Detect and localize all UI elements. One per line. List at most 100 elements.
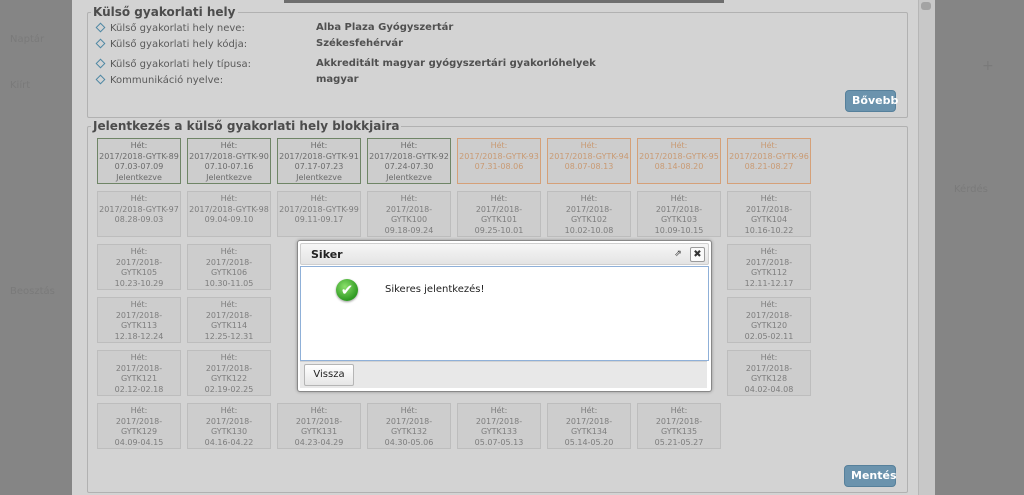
block-item[interactable]: Hét: 2017/2018-GYTK-92 07.24-07.30 Jelentke… <box>367 138 451 184</box>
block-item[interactable]: Hét: 2017/2018- GYTK104 10.16-10.22 <box>727 191 811 237</box>
dialog-title: Siker <box>311 248 343 261</box>
block-dates: 12.25-12.31 <box>204 331 254 341</box>
block-item[interactable]: Hét: 2017/2018-GYTK-95 08.14-08.20 <box>637 138 721 184</box>
dialog-titlebar[interactable]: Siker ⇗ ✖ <box>300 243 709 265</box>
block-dates: 09.25-10.01 <box>474 225 524 235</box>
block-item[interactable]: Hét: 2017/2018-GYTK-97 08.28-09.03 <box>97 191 181 237</box>
block-code: 2017/2018-GYTK-97 <box>99 204 179 214</box>
block-item[interactable]: Hét: 2017/2018- GYTK121 02.12-02.18 <box>97 350 181 396</box>
close-icon[interactable]: ✖ <box>690 247 705 262</box>
block-code: 2017/2018- <box>745 204 793 214</box>
block-dates: 08.07-08.13 <box>564 162 614 171</box>
block-item[interactable]: Hét: 2017/2018- GYTK130 04.16-04.22 <box>187 403 271 449</box>
block-item[interactable]: Hét: 2017/2018-GYTK-94 08.07-08.13 <box>547 138 631 184</box>
block-item[interactable]: Hét: 2017/2018-GYTK-91 07.17-07.23 Jelentke… <box>277 138 361 184</box>
block-week: Hét: <box>310 194 328 203</box>
block-dates: 08.14-08.20 <box>654 162 704 171</box>
block-dates: 10.30-11.05 <box>204 278 254 288</box>
block-dates: 07.31-08.06 <box>474 162 524 171</box>
block-dates: 04.16-04.22 <box>204 437 254 447</box>
block-dates: 07.03-07.09 <box>114 162 164 171</box>
save-button[interactable]: Mentés <box>844 465 897 487</box>
block-item[interactable]: Hét: 2017/2018- GYTK103 10.09-10.15 <box>637 191 721 237</box>
block-dates: 09.04-09.10 <box>204 215 254 224</box>
block-code: 2017/2018- <box>475 416 523 426</box>
block-item[interactable]: Hét: 2017/2018- GYTK112 12.11-12.17 <box>727 244 811 290</box>
block-item[interactable]: Hét: 2017/2018- GYTK133 05.07-05.13 <box>457 403 541 449</box>
block-dates: 04.30-05.06 <box>384 437 434 447</box>
block-week: Hét: <box>670 141 688 150</box>
block-item[interactable]: Hét: 2017/2018- GYTK132 04.30-05.06 <box>367 403 451 449</box>
block-code: 2017/2018-GYTK-98 <box>189 204 269 214</box>
block-item[interactable]: Hét: 2017/2018-GYTK-99 09.11-09.17 <box>277 191 361 237</box>
block-dates: 05.07-05.13 <box>474 437 524 447</box>
block-item[interactable]: Hét: 2017/2018- GYTK101 09.25-10.01 <box>457 191 541 237</box>
block-code: 2017/2018- <box>205 363 253 373</box>
block-item[interactable]: Hét: 2017/2018- GYTK105 10.23-10.29 <box>97 244 181 290</box>
block-code: 2017/2018-GYTK-95 <box>639 151 719 161</box>
diamond-bullet-icon <box>95 58 106 69</box>
block-dates: 09.11-09.17 <box>294 215 344 224</box>
block-code: 2017/2018- <box>655 416 703 426</box>
block-dates: 05.21-05.27 <box>654 437 704 447</box>
block-dates: 10.09-10.15 <box>654 225 704 235</box>
block-code: 2017/2018- <box>115 416 163 426</box>
diamond-bullet-icon <box>95 38 106 49</box>
block-code: 2017/2018-GYTK-92 <box>369 151 449 161</box>
back-button[interactable]: Vissza <box>304 364 354 386</box>
block-code: 2017/2018- <box>295 416 343 426</box>
block-item[interactable]: Hét: 2017/2018- GYTK122 02.19-02.25 <box>187 350 271 396</box>
external-link-icon[interactable]: ⇗ <box>673 249 683 259</box>
block-item[interactable]: Hét: 2017/2018- GYTK102 10.02-10.08 <box>547 191 631 237</box>
block-item[interactable]: Hét: 2017/2018-GYTK-90 07.10-07.16 Jelentke… <box>187 138 271 184</box>
right-panel-item: Kérdés <box>954 184 988 195</box>
block-week: Hét: <box>400 406 418 415</box>
block-dates: 07.24-07.30 <box>384 162 434 171</box>
block-dates: 09.18-09.24 <box>384 225 434 235</box>
block-dates: 08.21-08.27 <box>744 162 794 171</box>
block-code: 2017/2018-GYTK-99 <box>279 204 359 214</box>
block-dates: 02.19-02.25 <box>204 384 254 394</box>
block-week: Hét: <box>400 194 418 203</box>
block-item[interactable]: Hét: 2017/2018-GYTK-96 08.21-08.27 <box>727 138 811 184</box>
block-item[interactable]: Hét: 2017/2018- GYTK131 04.23-04.29 <box>277 403 361 449</box>
field-label: Külső gyakorlati hely neve: <box>110 23 245 34</box>
block-item[interactable]: Hét: 2017/2018-GYTK-89 07.03-07.09 Jelentke… <box>97 138 181 184</box>
page-scrollbar[interactable] <box>918 0 935 495</box>
block-dates: 04.09-04.15 <box>114 437 164 447</box>
block-week: Hét: <box>760 194 778 203</box>
block-week: Hét: <box>220 300 238 309</box>
scrollbar-thumb[interactable] <box>921 2 931 10</box>
block-code: 2017/2018-GYTK-93 <box>459 151 539 161</box>
block-code: 2017/2018- <box>115 257 163 267</box>
block-item[interactable]: Hét: 2017/2018-GYTK-98 09.04-09.10 <box>187 191 271 237</box>
dialog-message: Sikeres jelentkezés! <box>385 284 485 295</box>
block-item[interactable]: Hét: 2017/2018- GYTK120 02.05-02.11 <box>727 297 811 343</box>
left-panel-item: Naptár <box>10 34 45 45</box>
field-row-name: Külső gyakorlati hely neve: Alba Plaza G… <box>95 22 453 34</box>
blocks-legend: Jelentkezés a külső gyakorlati hely blok… <box>91 119 402 133</box>
block-item[interactable]: Hét: 2017/2018- GYTK106 10.30-11.05 <box>187 244 271 290</box>
block-item[interactable]: Hét: 2017/2018- GYTK128 04.02-04.08 <box>727 350 811 396</box>
block-status: Jelentkezve <box>116 172 162 182</box>
more-button[interactable]: Bővebb <box>845 90 898 112</box>
block-week: Hét: <box>760 141 778 150</box>
block-week: Hét: <box>310 406 328 415</box>
block-item[interactable]: Hét: 2017/2018- GYTK135 05.21-05.27 <box>637 403 721 449</box>
block-week: Hét: <box>490 194 508 203</box>
block-item[interactable]: Hét: 2017/2018- GYTK134 05.14-05.20 <box>547 403 631 449</box>
block-item[interactable]: Hét: 2017/2018- GYTK100 09.18-09.24 <box>367 191 451 237</box>
diamond-bullet-icon <box>95 74 106 85</box>
block-item[interactable]: Hét: 2017/2018-GYTK-93 07.31-08.06 <box>457 138 541 184</box>
block-status: Jelentkezve <box>206 172 252 182</box>
block-code: 2017/2018- <box>565 204 613 214</box>
block-item[interactable]: Hét: 2017/2018- GYTK129 04.09-04.15 <box>97 403 181 449</box>
block-dates: 02.12-02.18 <box>114 384 164 394</box>
block-item[interactable]: Hét: 2017/2018- GYTK113 12.18-12.24 <box>97 297 181 343</box>
block-dates: 12.18-12.24 <box>114 331 164 341</box>
block-code2: GYTK134 <box>570 427 608 436</box>
block-status: Jelentkezve <box>296 172 342 182</box>
block-code: 2017/2018- <box>565 416 613 426</box>
block-item[interactable]: Hét: 2017/2018- GYTK114 12.25-12.31 <box>187 297 271 343</box>
block-code: 2017/2018-GYTK-91 <box>279 151 359 161</box>
